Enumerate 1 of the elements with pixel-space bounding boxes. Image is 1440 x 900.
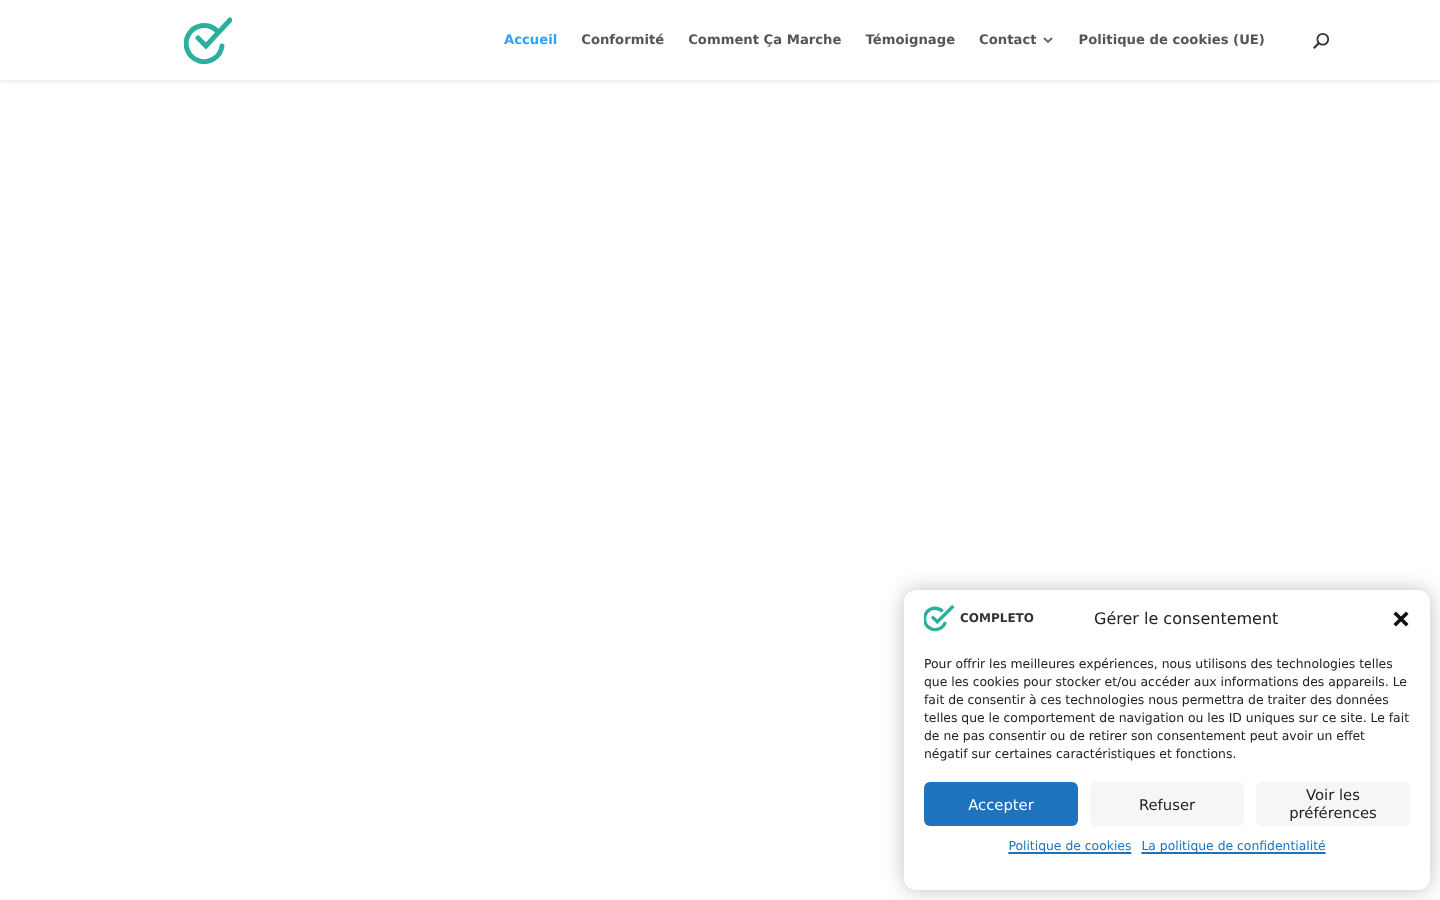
dialog-title: Gérer le consentement	[1094, 609, 1281, 627]
